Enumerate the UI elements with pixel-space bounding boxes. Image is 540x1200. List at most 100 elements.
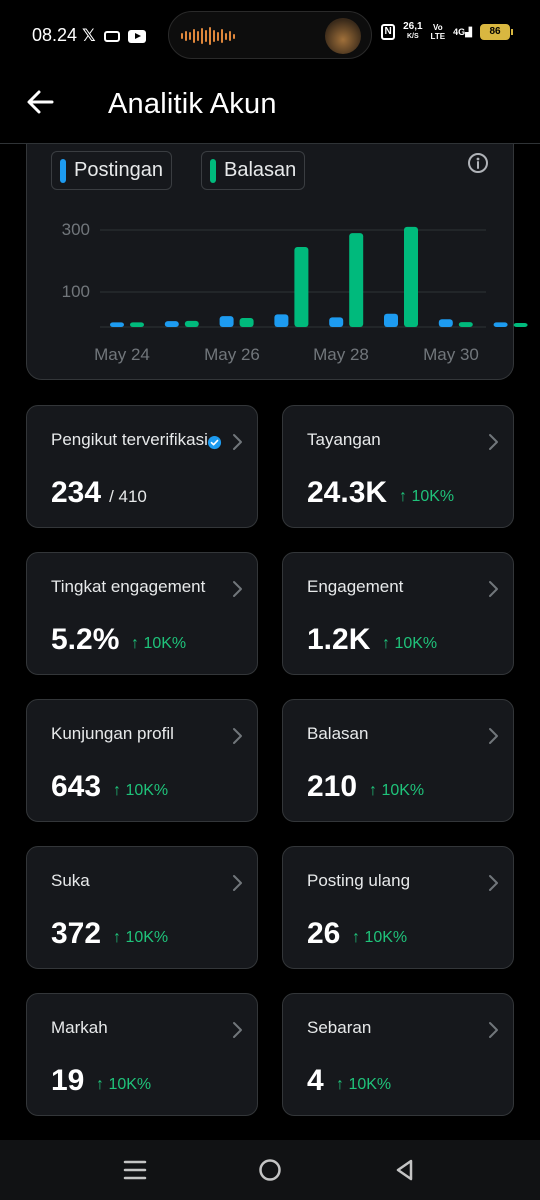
- signal-icon: 4G▟: [453, 26, 472, 37]
- chevron-right-icon: [233, 1022, 242, 1038]
- metric-label: Sebaran: [307, 1018, 372, 1037]
- bar-balasan: [130, 322, 144, 327]
- metric-value: 26: [307, 917, 340, 951]
- media-icon: [103, 30, 120, 42]
- bar-postingan: [164, 321, 179, 327]
- metric-change: ↑ 10K%: [382, 635, 438, 652]
- metric-card[interactable]: Suka 372 ↑ 10K%: [26, 846, 258, 969]
- network-speed: 26,1 K/S: [403, 21, 423, 41]
- metric-change: ↑ 10K%: [336, 1076, 392, 1093]
- metric-value: 372: [51, 917, 101, 951]
- metric-card[interactable]: Kunjungan profil 643 ↑ 10K%: [26, 699, 258, 822]
- youtube-icon: [127, 29, 146, 43]
- metric-value-number: 372: [51, 917, 102, 950]
- bar-postingan: [219, 316, 234, 327]
- battery-icon: 86: [480, 24, 513, 40]
- arrow-left-icon: [27, 90, 54, 114]
- bar-balasan: [513, 323, 528, 327]
- verified-badge-icon: [207, 435, 222, 450]
- legend-label-balasan: Balasan: [224, 159, 297, 181]
- back-button[interactable]: [24, 86, 64, 126]
- info-icon[interactable]: [467, 152, 489, 174]
- metric-subvalue: / 410: [109, 487, 147, 506]
- metric-value: 643: [51, 770, 101, 804]
- metric-label: Balasan: [307, 724, 369, 743]
- chevron-right-icon: [489, 581, 498, 597]
- bar-balasan: [349, 233, 364, 327]
- metric-card[interactable]: Tingkat engagement 5.2% ↑ 10K%: [26, 552, 258, 675]
- bar-postingan: [384, 313, 398, 327]
- metric-change: ↑ 10K%: [352, 929, 408, 946]
- metric-value-number: 4: [307, 1064, 324, 1097]
- metric-card[interactable]: Sebaran 4 ↑ 10K%: [282, 993, 514, 1116]
- chevron-right-icon: [489, 728, 498, 744]
- metric-value-number: 234: [51, 476, 102, 509]
- metric-value: 210: [307, 770, 357, 804]
- back-triangle-icon[interactable]: [391, 1156, 419, 1184]
- metric-card[interactable]: Pengikut terverifikasi 234 / 410: [26, 405, 258, 528]
- status-right-icons: N 26,1 K/S Vo LTE 4G▟ 86: [381, 21, 513, 42]
- metric-card[interactable]: Balasan 210 ↑ 10K%: [282, 699, 514, 822]
- metric-label: Kunjungan profil: [51, 724, 174, 743]
- y-tick-label: 300: [62, 220, 90, 239]
- metric-label: Suka: [51, 871, 90, 890]
- bar-balasan: [294, 247, 309, 327]
- bar-balasan: [184, 320, 199, 327]
- bar-postingan: [329, 317, 344, 327]
- metric-change: ↑ 10K%: [113, 929, 169, 946]
- chevron-right-icon: [489, 1022, 498, 1038]
- status-left-icons: 𝕏: [82, 26, 146, 46]
- metric-card[interactable]: Tayangan 24.3K ↑ 10K%: [282, 405, 514, 528]
- x-tick-label: May 26: [204, 345, 260, 364]
- recent-apps-icon[interactable]: [121, 1156, 149, 1184]
- bars-group: [110, 226, 528, 327]
- y-tick-label: 100: [62, 282, 90, 301]
- metric-value-number: 5.2%: [51, 623, 120, 656]
- metric-value: 234 / 410: [51, 476, 147, 510]
- metric-value: 1.2K: [307, 623, 370, 657]
- system-nav-bar: [0, 1140, 540, 1200]
- chevron-right-icon: [489, 875, 498, 891]
- metric-value-number: 1.2K: [307, 623, 371, 656]
- metric-value: 5.2%: [51, 623, 119, 657]
- legend-swatch-balasan: [210, 158, 216, 183]
- x-tick-label: May 28: [313, 345, 369, 364]
- audio-wave-icon: [181, 27, 235, 45]
- x-logo-icon: 𝕏: [82, 26, 96, 45]
- metric-card[interactable]: Markah 19 ↑ 10K%: [26, 993, 258, 1116]
- chevron-right-icon: [233, 728, 242, 744]
- metric-value: 19: [51, 1064, 84, 1098]
- bar-postingan: [274, 314, 289, 327]
- bar-postingan: [493, 322, 508, 327]
- metric-card[interactable]: Engagement 1.2K ↑ 10K%: [282, 552, 514, 675]
- volte-icon: Vo LTE: [430, 23, 446, 41]
- bar-postingan: [438, 319, 453, 327]
- chevron-right-icon: [489, 434, 498, 450]
- nfc-icon: N: [381, 24, 396, 40]
- chevron-right-icon: [233, 434, 242, 450]
- metric-change: ↑ 10K%: [369, 782, 425, 799]
- metric-card[interactable]: Posting ulang 26 ↑ 10K%: [282, 846, 514, 969]
- status-time: 08.24: [32, 25, 78, 45]
- metric-label: Pengikut terverifikasi: [51, 430, 208, 449]
- metric-change: ↑ 10K%: [131, 635, 187, 652]
- bar-balasan: [404, 226, 418, 327]
- metric-label: Tayangan: [307, 430, 381, 449]
- media-thumbnail: [325, 18, 361, 54]
- bar-balasan: [458, 322, 473, 327]
- metric-value: 4: [307, 1064, 324, 1098]
- metric-label: Tingkat engagement: [51, 577, 206, 596]
- metric-value-number: 26: [307, 917, 341, 950]
- metric-label: Markah: [51, 1018, 108, 1037]
- status-bar: 08.24 𝕏 N 26,1 K/S Vo LTE 4G▟ 86: [0, 0, 540, 70]
- chevron-right-icon: [233, 875, 242, 891]
- dynamic-island[interactable]: [168, 11, 372, 59]
- bar-balasan: [239, 318, 254, 327]
- page-header: Analitik Akun: [0, 70, 540, 144]
- legend-balasan[interactable]: Balasan: [201, 151, 306, 190]
- metric-label: Posting ulang: [307, 871, 411, 890]
- metric-change: ↑ 10K%: [96, 1076, 152, 1093]
- legend-postingan[interactable]: Postingan: [51, 151, 172, 190]
- home-icon[interactable]: [256, 1156, 284, 1184]
- bar-chart: 300 100 May 24 May 26 May 28 May 30: [62, 220, 528, 364]
